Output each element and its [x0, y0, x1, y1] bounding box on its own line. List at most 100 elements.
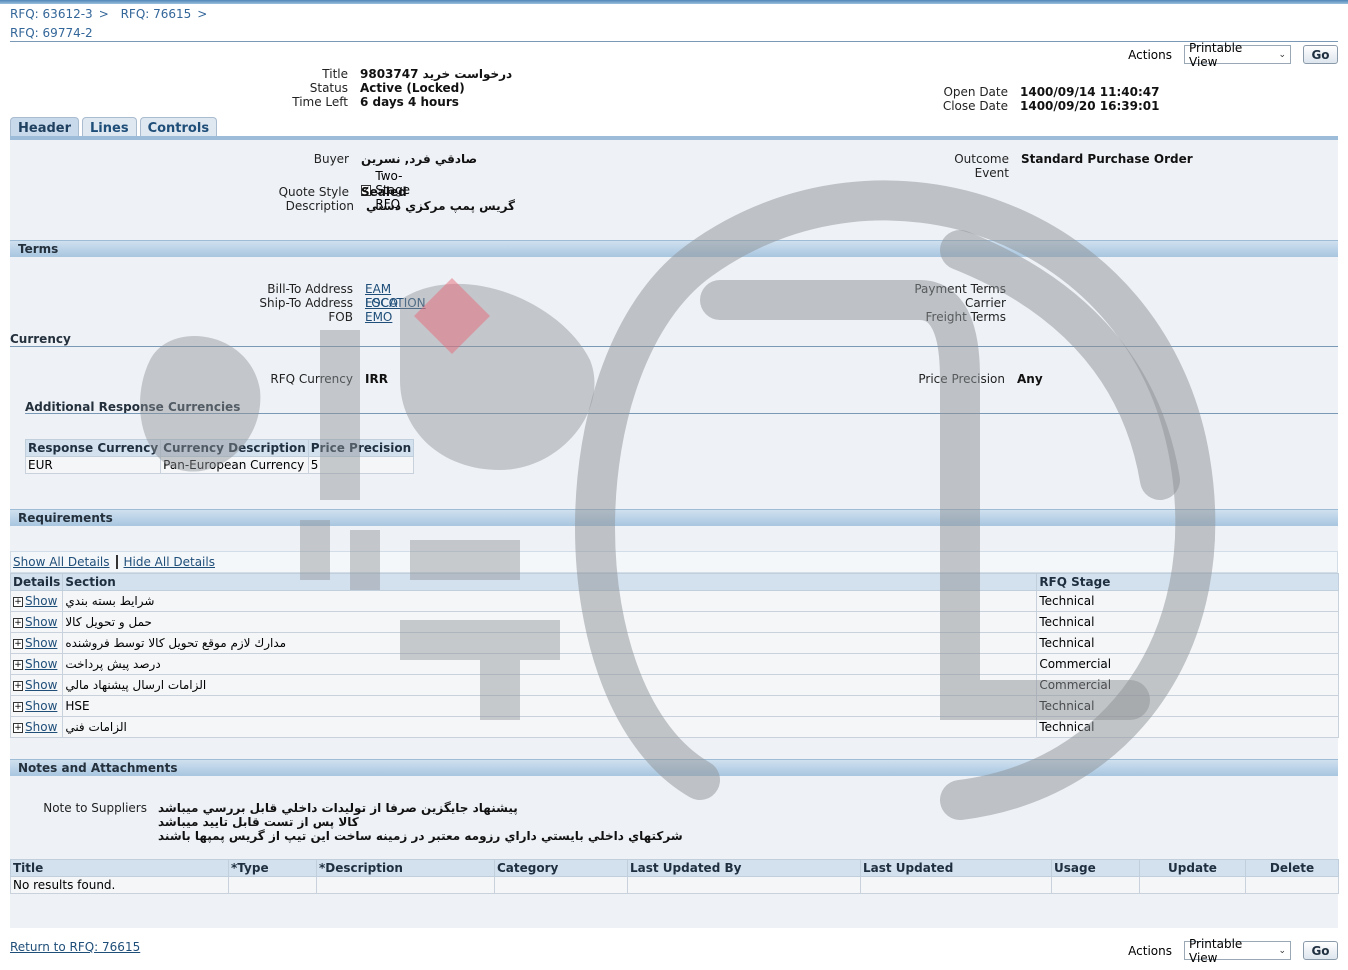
expand-plus-icon[interactable]: +	[13, 659, 23, 670]
price-precision-value: Any	[1017, 372, 1043, 386]
table-row: + Show HSE Technical	[9, 695, 1339, 717]
actions-select-value: Printable View	[1189, 40, 1243, 69]
column-header: Usage	[1051, 859, 1140, 877]
rfq-stage-cell: Commercial	[1036, 674, 1339, 696]
status-value: Active (Locked)	[360, 81, 465, 95]
go-button[interactable]: Go	[1303, 941, 1338, 960]
table-row: + Show شرايط بسته بندي Technical	[9, 590, 1339, 612]
show-details-link[interactable]: Show	[25, 636, 57, 650]
expand-plus-icon[interactable]: +	[13, 701, 23, 712]
open-date-label: Open Date	[943, 85, 1008, 99]
column-header: Last Updated By	[627, 859, 861, 877]
outcome-label: Outcome	[954, 152, 1009, 166]
close-date-value: 1400/09/20 16:39:01	[1020, 99, 1160, 113]
quote-style-value: Sealed	[361, 185, 407, 199]
breadcrumb-link-2[interactable]: RFQ: 76615	[121, 7, 192, 21]
section-cell: حمل و تحويل کالا	[62, 611, 1038, 633]
rfq-stage-cell: Commercial	[1036, 653, 1339, 675]
additional-currencies-header: Additional Response Currencies	[25, 400, 241, 414]
expand-plus-icon[interactable]: +	[13, 596, 23, 607]
actions-select[interactable]: Printable View ⌄	[1184, 41, 1291, 69]
show-details-link[interactable]: Show	[25, 594, 57, 608]
requirements-detail-links: Show All Details Hide All Details	[10, 551, 1338, 573]
time-left-value: 6 days 4 hours	[360, 95, 459, 109]
return-to-rfq-link[interactable]: Return to RFQ: 76615	[10, 940, 140, 954]
breadcrumb-separator: >	[98, 7, 109, 21]
rfq-stage-cell: Technical	[1036, 695, 1339, 717]
section-cell: شرايط بسته بندي	[62, 590, 1038, 612]
terms-section-header: Terms	[10, 240, 1338, 257]
show-details-link[interactable]: Show	[25, 615, 57, 629]
breadcrumb-link-1[interactable]: RFQ: 63612-3	[10, 7, 93, 21]
expand-plus-icon[interactable]: +	[13, 638, 23, 649]
note-line: کالا پس از تست قابل تاييد ميباشد	[158, 815, 359, 829]
go-button[interactable]: Go	[1303, 45, 1338, 64]
carrier-label: Carrier	[964, 296, 1006, 310]
bill-to-label: Bill-To Address	[267, 282, 353, 296]
table-row: EUR Pan-European Currency 5	[24, 456, 415, 474]
description-value: گريس پمپ مرکزي دستي	[366, 199, 516, 213]
note-line: پيشنهاد جايگزين صرفا از توليدات داخلي قا…	[158, 801, 518, 815]
table-cell: Pan-European Currency	[160, 456, 309, 474]
actions-select[interactable]: Printable View ⌄	[1184, 937, 1291, 965]
section-cell: مدارك لازم موقع تحويل كالا توسط فروشنده	[62, 632, 1038, 654]
chevron-down-icon: ⌄	[1278, 945, 1286, 956]
column-header: Price Precision	[307, 439, 415, 457]
column-header: Update	[1139, 859, 1246, 877]
column-header: Last Updated	[860, 859, 1052, 877]
section-cell: درصد پيش پرداخت	[62, 653, 1038, 675]
note-to-suppliers-label: Note to Suppliers	[43, 801, 147, 815]
empty-results: No results found.	[10, 876, 229, 894]
section-cell: الزامات فني	[62, 716, 1038, 738]
column-header: Currency Description	[160, 439, 309, 457]
actions-bar-bottom: Actions Printable View ⌄ Go	[1128, 937, 1338, 965]
show-details-link[interactable]: Show	[25, 699, 57, 713]
breadcrumb-separator: >	[197, 7, 208, 21]
price-precision-label: Price Precision	[918, 372, 1005, 386]
currency-header: Currency	[10, 332, 71, 346]
table-cell: 5	[307, 456, 415, 474]
details-cell: + Show	[9, 695, 64, 717]
payment-terms-label: Payment Terms	[914, 282, 1006, 296]
table-row: + Show الزامات فني Technical	[9, 716, 1339, 738]
rfq-currency-label: RFQ Currency	[270, 372, 353, 386]
expand-plus-icon[interactable]: +	[13, 680, 23, 691]
show-details-link[interactable]: Show	[25, 657, 57, 671]
status-label: Status	[309, 81, 348, 95]
details-cell: + Show	[9, 590, 64, 612]
quote-style-label: Quote Style	[278, 185, 349, 199]
freight-terms-label: Freight Terms	[925, 310, 1007, 324]
rfq-stage-cell: Technical	[1036, 611, 1339, 633]
show-all-details-link[interactable]: Show All Details	[13, 555, 110, 569]
details-cell: + Show	[9, 674, 64, 696]
table-row: No results found.	[10, 876, 1339, 894]
column-header: Title	[10, 859, 229, 877]
link-separator	[115, 555, 118, 569]
hide-all-details-link[interactable]: Hide All Details	[124, 555, 215, 569]
section-cell: HSE	[62, 695, 1038, 717]
rfq-stage-cell: Technical	[1036, 632, 1339, 654]
currency-divider	[10, 346, 1338, 347]
close-date-label: Close Date	[942, 99, 1008, 113]
column-header: Category	[494, 859, 628, 877]
attachments-table: Title *Type *Description Category Last U…	[10, 859, 1339, 894]
column-header: Delete	[1245, 859, 1339, 877]
ship-to-link[interactable]: ESCO EMO	[365, 296, 398, 324]
event-label: Event	[974, 166, 1009, 180]
chevron-down-icon: ⌄	[1278, 49, 1286, 60]
details-cell: + Show	[9, 611, 64, 633]
top-accent-bar	[0, 0, 1348, 4]
expand-plus-icon[interactable]: +	[13, 722, 23, 733]
expand-plus-icon[interactable]: +	[13, 617, 23, 628]
show-details-link[interactable]: Show	[25, 678, 57, 692]
table-row: + Show مدارك لازم موقع تحويل كالا توسط فرو…	[9, 632, 1339, 654]
table-row: + Show درصد پيش پرداخت Commercial	[9, 653, 1339, 675]
actions-bar-top: Actions Printable View ⌄ Go	[1128, 41, 1338, 69]
title-value: درخواست خريد 9803747	[360, 67, 513, 81]
page-title: RFQ: 69774-2	[10, 26, 93, 40]
details-cell: + Show	[9, 653, 64, 675]
show-details-link[interactable]: Show	[25, 720, 57, 734]
buyer-label: Buyer	[313, 152, 349, 166]
actions-label: Actions	[1128, 47, 1172, 62]
table-cell: EUR	[24, 456, 162, 474]
